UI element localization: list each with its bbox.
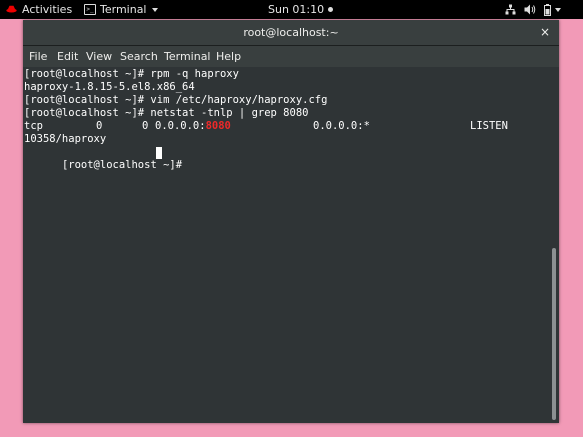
- menu-terminal[interactable]: Terminal: [164, 46, 211, 67]
- terminal-line: [root@localhost ~]# rpm -q haproxy: [24, 68, 239, 80]
- menu-search[interactable]: Search: [120, 46, 158, 67]
- terminal-line: [root@localhost ~]# netstat -tnlp | grep…: [24, 107, 309, 119]
- recording-dot-icon: [328, 7, 334, 12]
- clock[interactable]: Sun 01:10: [268, 0, 334, 19]
- netstat-local-prefix: 0.0.0.0:: [155, 120, 206, 132]
- netstat-proto: tcp: [24, 120, 43, 132]
- system-menu-arrow-icon: [555, 7, 561, 12]
- prompt-text: [root@localhost ~]#: [61, 159, 183, 171]
- volume-icon: [524, 4, 536, 15]
- netstat-pid-line: 10358/haproxy: [24, 133, 107, 145]
- app-menu-label: Terminal: [100, 3, 147, 16]
- activities-button[interactable]: Activities: [6, 0, 72, 19]
- clock-label: Sun 01:10: [268, 3, 325, 16]
- system-menu[interactable]: [505, 0, 561, 19]
- title-bar[interactable]: root@localhost:~ ×: [23, 20, 559, 46]
- close-icon[interactable]: ×: [540, 20, 550, 45]
- menu-bar: File Edit View Search Terminal Help: [23, 46, 559, 67]
- scrollbar-thumb[interactable]: [552, 248, 556, 420]
- terminal-app-icon: >_: [84, 4, 96, 15]
- redhat-logo-icon: [6, 5, 17, 13]
- top-bar: Activities >_ Terminal Sun 01:10: [0, 0, 583, 19]
- prompt-line: [root@localhost ~]#: [24, 146, 182, 171]
- terminal-line: haproxy-1.8.15-5.el8.x86_64: [24, 81, 195, 93]
- terminal-content[interactable]: [root@localhost ~]# rpm -q haproxy hapro…: [23, 67, 550, 423]
- chevron-down-icon: [151, 7, 158, 12]
- grep-match-highlight: 8080: [205, 120, 231, 132]
- netstat-sendq: 0: [142, 120, 149, 132]
- app-menu[interactable]: >_ Terminal: [84, 0, 158, 19]
- text-cursor: [156, 147, 162, 159]
- battery-icon: [544, 3, 551, 16]
- terminal-window: root@localhost:~ × File Edit View Search…: [23, 20, 559, 423]
- netstat-foreign-address: 0.0.0.0:*: [313, 120, 370, 132]
- activities-label: Activities: [22, 3, 73, 16]
- menu-edit[interactable]: Edit: [57, 46, 78, 67]
- netstat-state: LISTEN: [470, 120, 508, 132]
- netstat-local-address: 0.0.0.0:8080: [155, 120, 231, 133]
- menu-view[interactable]: View: [86, 46, 112, 67]
- terminal-line: [root@localhost ~]# vim /etc/haproxy/hap…: [24, 94, 328, 106]
- menu-help[interactable]: Help: [216, 46, 241, 67]
- scrollbar[interactable]: [550, 67, 559, 423]
- netstat-row: tcp 0 0 0.0.0.0:8080 0.0.0.0:* LISTEN: [24, 120, 544, 133]
- window-title: root@localhost:~: [243, 26, 339, 39]
- menu-file[interactable]: File: [29, 46, 47, 67]
- network-icon: [505, 4, 516, 15]
- netstat-recvq: 0: [96, 120, 103, 132]
